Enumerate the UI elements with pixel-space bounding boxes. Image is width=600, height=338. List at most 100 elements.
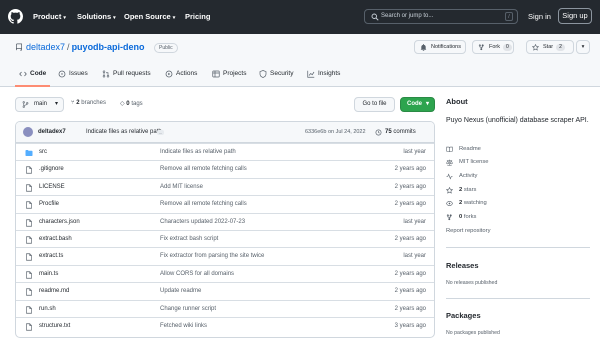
chevron-down-icon: ▾	[581, 44, 585, 50]
file-commit-message-link[interactable]: Fix extractor from parsing the site twic…	[160, 253, 264, 259]
branch-icon: ⑂	[71, 100, 75, 106]
file-commit-age: 2 years ago	[394, 201, 426, 208]
file-icon	[26, 166, 32, 174]
file-name-link[interactable]: main.ts	[39, 271, 58, 277]
nav-open-source[interactable]: Open Source ▾	[124, 12, 175, 21]
github-logo-icon[interactable]	[8, 9, 23, 24]
about-heading: About	[446, 97, 468, 106]
tab-projects[interactable]: Projects	[212, 70, 246, 87]
file-commit-age: last year	[403, 218, 426, 225]
file-commit-message-link[interactable]: Allow CORS for all domains	[160, 271, 234, 277]
file-browser: deltadex7 Indicate files as relative pat…	[15, 121, 435, 338]
chevron-down-icon: ▾	[113, 15, 116, 21]
file-commit-age: 3 years ago	[394, 323, 426, 329]
packages-heading[interactable]: Packages	[446, 311, 481, 320]
table-row[interactable]: extract.bash Fix extract bash script 2 yea…	[16, 230, 434, 247]
file-commit-message-link[interactable]: Remove all remote fetching calls	[160, 201, 247, 207]
file-name-link[interactable]: src	[39, 149, 47, 155]
sign-in-link[interactable]: Sign in	[528, 12, 551, 21]
tab-security[interactable]: Security	[259, 70, 293, 87]
file-name-link[interactable]: extract.bash	[39, 236, 72, 242]
repo-title: deltadex7/puyodb-api-deno	[26, 42, 145, 52]
file-name-link[interactable]: extract.ts	[39, 253, 63, 259]
nav-pricing[interactable]: Pricing	[185, 12, 210, 21]
issue-icon	[58, 70, 66, 78]
report-repository-link[interactable]: Report repository	[446, 228, 490, 234]
file-commit-message-link[interactable]: Update readme	[160, 288, 201, 294]
book-icon	[446, 146, 453, 152]
file-commit-message-link[interactable]: Fetched wiki links	[160, 323, 207, 329]
avatar[interactable]	[23, 127, 33, 137]
file-name-link[interactable]: Procfile	[39, 201, 59, 207]
tags-link[interactable]: ◇ 0 tags	[120, 100, 143, 107]
releases-empty-text: No releases published	[446, 280, 498, 286]
commit-expand-button[interactable]: ...	[157, 130, 165, 135]
table-row[interactable]: src Indicate files as relative path last y…	[16, 143, 434, 160]
watchers-link[interactable]: 2 watching	[446, 200, 487, 206]
file-commit-message-link[interactable]: Indicate files as relative path	[160, 149, 236, 155]
notifications-button[interactable]: Notifications	[414, 40, 466, 54]
code-icon	[19, 71, 27, 77]
file-name-link[interactable]: .gitignore	[39, 166, 64, 172]
commit-sha-date[interactable]: 6336e6b on Jul 24, 2022	[305, 129, 366, 135]
star-button[interactable]: Star 2	[526, 40, 574, 54]
file-commit-age: 2 years ago	[394, 305, 426, 312]
nav-product[interactable]: Product ▾	[33, 12, 66, 21]
file-commit-message-link[interactable]: Add MIT license	[160, 184, 203, 190]
fork-button[interactable]: Fork 0	[472, 40, 514, 54]
table-icon	[212, 70, 220, 78]
releases-heading[interactable]: Releases	[446, 261, 479, 270]
file-commit-age: 2 years ago	[394, 236, 426, 242]
forks-link[interactable]: 0 forks	[446, 214, 476, 221]
repo-owner-link[interactable]: deltadex7	[26, 42, 65, 52]
table-row[interactable]: run.sh Change runner script 2 years ago	[16, 299, 434, 317]
file-commit-age: last year	[403, 149, 426, 155]
commit-author-link[interactable]: deltadex7	[38, 129, 66, 135]
branches-link[interactable]: ⑂ 2 branches	[71, 100, 106, 106]
law-icon	[446, 159, 453, 166]
stars-link[interactable]: 2 stars	[446, 187, 476, 194]
nav-solutions[interactable]: Solutions ▾	[77, 12, 116, 21]
readme-link[interactable]: Readme	[446, 146, 481, 152]
activity-link[interactable]: Activity	[446, 173, 477, 180]
file-icon	[26, 201, 32, 209]
tab-insights[interactable]: Insights	[307, 70, 340, 87]
latest-commit-bar: deltadex7 Indicate files as relative pat…	[16, 122, 434, 143]
file-name-link[interactable]: structure.txt	[39, 323, 70, 329]
file-name-link[interactable]: readme.md	[39, 288, 69, 294]
file-name-link[interactable]: LICENSE	[39, 184, 65, 190]
star-icon	[446, 187, 453, 194]
tab-pull-requests[interactable]: Pull requests	[102, 70, 151, 87]
table-row[interactable]: extract.ts Fix extractor from parsing the…	[16, 247, 434, 264]
file-name-link[interactable]: run.sh	[39, 306, 56, 312]
tab-issues[interactable]: Issues	[58, 70, 88, 87]
code-dropdown-button[interactable]: Code ▾	[400, 97, 435, 112]
table-row[interactable]: main.ts Allow CORS for all domains 2 years…	[16, 264, 434, 282]
table-row[interactable]: Procfile Remove all remote fetching calls…	[16, 195, 434, 212]
repo-name-link[interactable]: puyodb-api-deno	[72, 42, 145, 52]
tab-code[interactable]: Code	[14, 70, 51, 87]
file-commit-message-link[interactable]: Fix extract bash script	[160, 236, 218, 242]
go-to-file-button[interactable]: Go to file	[354, 97, 395, 112]
table-row[interactable]: .gitignore Remove all remote fetching cal…	[16, 160, 434, 177]
file-icon	[26, 271, 32, 279]
commit-message-link[interactable]: Indicate files as relative path	[86, 129, 162, 135]
license-link[interactable]: MIT license	[446, 159, 489, 166]
star-dropdown-button[interactable]: ▾	[576, 40, 590, 54]
sign-up-button[interactable]: Sign up	[558, 8, 592, 24]
file-commit-message-link[interactable]: Remove all remote fetching calls	[160, 166, 247, 172]
table-row[interactable]: structure.txt Fetched wiki links 3 years a…	[16, 317, 434, 334]
table-row[interactable]: LICENSE Add MIT license 2 years ago	[16, 177, 434, 195]
file-commit-message-link[interactable]: Characters updated 2022-07-23	[160, 219, 245, 225]
file-name-link[interactable]: characters.json	[39, 219, 80, 225]
table-row[interactable]: readme.md Update readme 2 years ago	[16, 282, 434, 299]
sidebar-divider	[446, 298, 590, 299]
file-commit-age: 2 years ago	[394, 183, 426, 190]
tab-actions[interactable]: Actions	[165, 70, 197, 87]
search-input[interactable]: Search or jump to... /	[364, 9, 518, 24]
file-commit-message-link[interactable]: Change runner script	[160, 306, 216, 312]
table-row[interactable]: characters.json Characters updated 2022-0…	[16, 212, 434, 230]
commits-link[interactable]: 75 commits	[375, 129, 416, 136]
eye-icon	[446, 201, 453, 206]
branch-select-button[interactable]: main ▾	[15, 97, 64, 112]
